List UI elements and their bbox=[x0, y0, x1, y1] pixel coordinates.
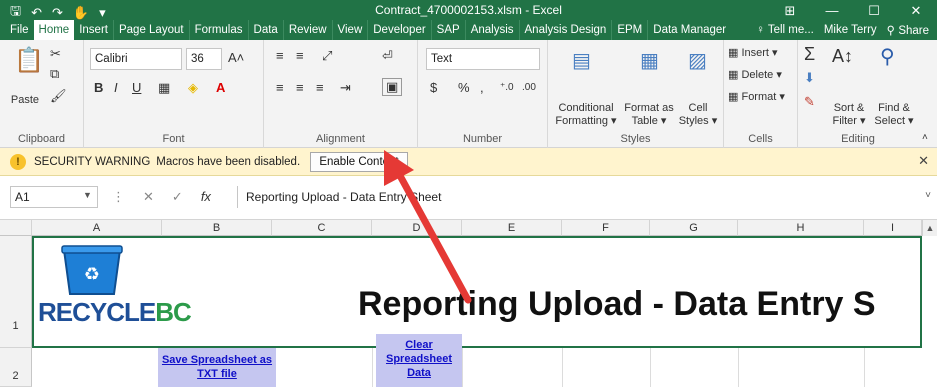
callout-arrow bbox=[384, 150, 472, 304]
